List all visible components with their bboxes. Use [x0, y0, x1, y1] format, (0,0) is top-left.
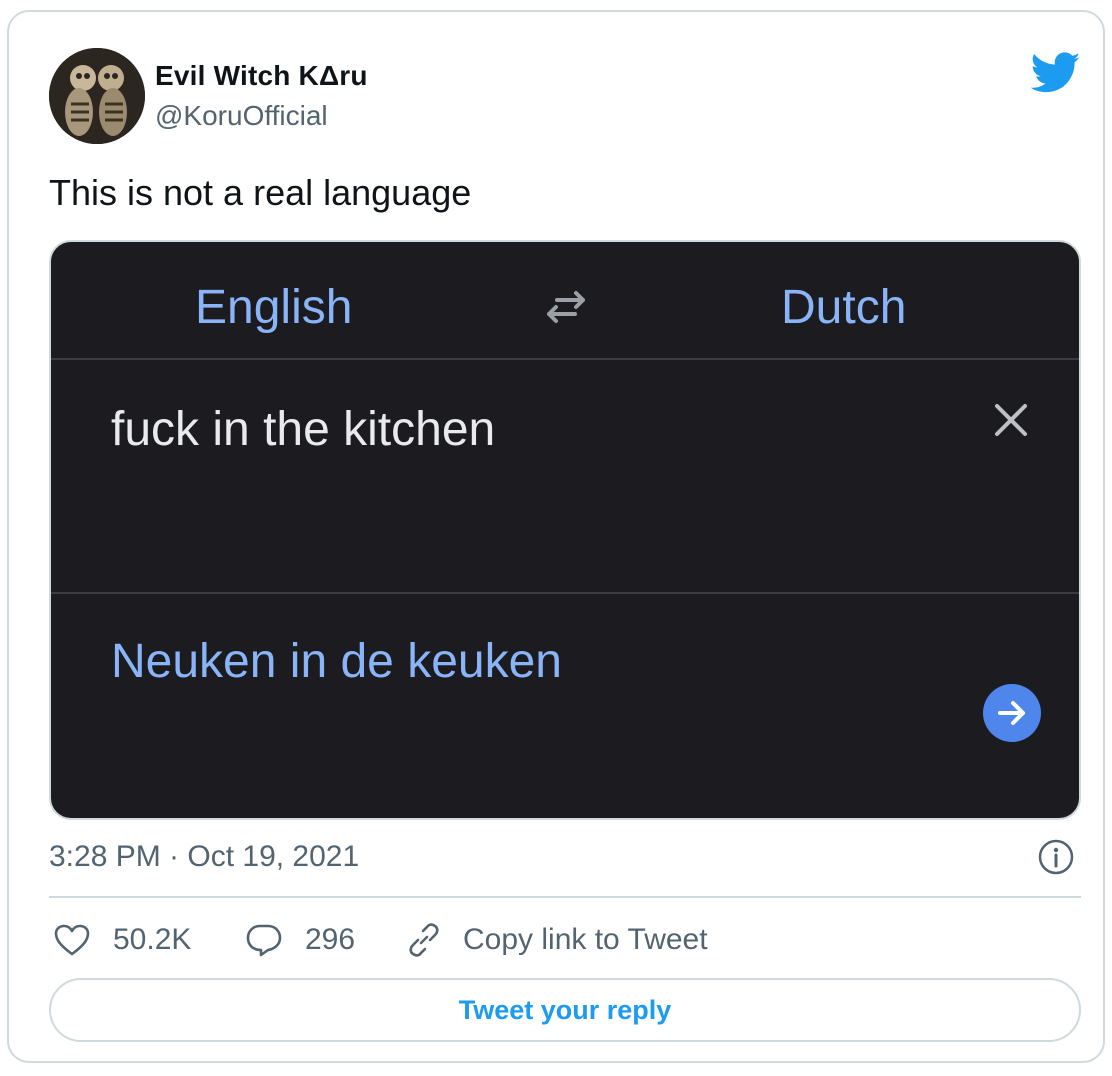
reply-button[interactable]: 296: [245, 920, 355, 960]
link-icon: [409, 923, 439, 957]
swap-languages-icon: [543, 286, 589, 326]
arrow-right-icon: [983, 684, 1041, 742]
source-language-label: English: [195, 281, 353, 334]
divider: [51, 592, 1079, 594]
like-count: 50.2K: [113, 923, 192, 956]
source-text: fuck in the kitchen: [111, 403, 496, 456]
close-icon: [993, 402, 1029, 438]
reply-count: 296: [305, 923, 356, 956]
author-display-name[interactable]: Evil Witch KΔru: [155, 60, 368, 92]
avatar[interactable]: [49, 48, 145, 144]
author-handle[interactable]: @KoruOfficial: [155, 100, 328, 132]
info-icon[interactable]: [1037, 838, 1075, 876]
reply-bubble-icon: [246, 924, 282, 957]
copy-link-button[interactable]: Copy link to Tweet: [405, 920, 708, 960]
tweet-text: This is not a real language: [49, 172, 472, 213]
tweet-your-reply-button[interactable]: Tweet your reply: [49, 978, 1081, 1042]
twitter-bird-icon[interactable]: [1030, 52, 1081, 94]
heart-icon: [54, 924, 90, 956]
divider: [49, 896, 1081, 898]
tweet-media-image[interactable]: English Dutch fuck in the kitchen Neuken…: [49, 240, 1081, 820]
copy-link-label: Copy link to Tweet: [463, 923, 708, 956]
tweet-card: Evil Witch KΔru @KoruOfficial This is no…: [7, 10, 1105, 1063]
like-button[interactable]: 50.2K: [53, 920, 191, 960]
target-language-label: Dutch: [781, 281, 907, 334]
tweet-timestamp[interactable]: 3:28 PM · Oct 19, 2021: [49, 840, 359, 874]
translated-text: Neuken in de keuken: [111, 635, 562, 688]
divider: [51, 358, 1079, 360]
